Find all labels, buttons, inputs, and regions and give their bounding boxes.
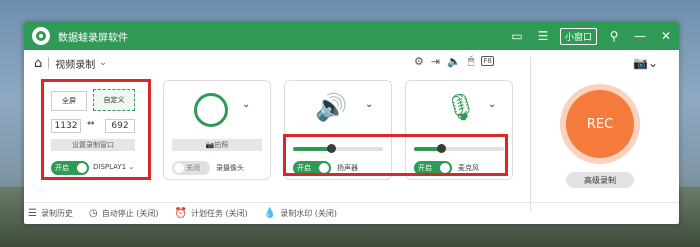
app-window: 数据蛙录屏软件 ▭ ☰ 小窗口 ⚲ — ✕ ⌂ 视频录制 ⌄ ⚙ ⇥ 🔈 🖱 F…: [24, 22, 679, 224]
drop-icon: 💧: [263, 208, 277, 219]
auto-stop-label: 自动停止 (关闭): [101, 209, 159, 218]
mode-label[interactable]: 视频录制: [55, 56, 95, 71]
highlight-box-audio: [283, 134, 508, 176]
export-icon[interactable]: ⇥: [431, 55, 440, 68]
divider: [48, 57, 50, 69]
camera-snapshot-icon[interactable]: 📷⌄: [633, 56, 658, 70]
divider: [530, 56, 531, 211]
history-item[interactable]: ☰ 录制历史: [28, 208, 73, 219]
webcam-icon[interactable]: [194, 93, 228, 127]
clock-icon: ◷: [88, 208, 98, 219]
speaker-icon[interactable]: 🔊: [315, 93, 347, 123]
camera-card: ⌄ 📷 拍照 关闭 录摄像头: [163, 80, 271, 180]
hotkey-icon[interactable]: F8: [481, 56, 494, 66]
history-label: 录制历史: [40, 209, 73, 218]
title-bar: 数据蛙录屏软件 ▭ ☰ 小窗口 ⚲ — ✕: [24, 22, 679, 50]
schedule-item[interactable]: ⏰ 计划任务 (关闭): [175, 208, 248, 219]
camera-toggle[interactable]: 关闭: [172, 161, 210, 175]
app-logo: [32, 27, 50, 45]
schedule-label: 计划任务 (关闭): [190, 209, 248, 218]
list-icon: ☰: [28, 208, 37, 219]
auto-stop-item[interactable]: ◷ 自动停止 (关闭): [89, 208, 159, 219]
snapshot-label: 拍照: [214, 141, 229, 149]
microphone-icon[interactable]: 🎙: [444, 93, 477, 123]
menu-icon[interactable]: ☰: [530, 22, 556, 50]
toggle-label: 关闭: [186, 164, 200, 172]
home-icon[interactable]: ⌂: [34, 56, 42, 71]
close-icon[interactable]: ✕: [653, 22, 679, 50]
watermark-label: 录制水印 (关闭): [280, 209, 337, 218]
watermark-item[interactable]: 💧 录制水印 (关闭): [264, 208, 337, 219]
chevron-down-icon[interactable]: ⌄: [99, 58, 107, 68]
alarm-icon: ⏰: [174, 208, 187, 219]
advanced-record-button[interactable]: 高级录制: [566, 172, 634, 188]
gear-icon[interactable]: ⚙: [414, 55, 424, 68]
chevron-down-icon[interactable]: ⌄: [242, 99, 250, 110]
pin-icon[interactable]: ⚲: [601, 22, 627, 50]
chevron-down-icon[interactable]: ⌄: [488, 99, 496, 110]
mouse-icon[interactable]: 🖱: [468, 54, 475, 68]
chevron-down-icon[interactable]: ⌄: [365, 99, 373, 110]
toolbar: ⚙ ⇥ 🔈 🖱 F8: [414, 54, 494, 68]
mini-window-button[interactable]: 小窗口: [559, 27, 597, 45]
camera-name: 录摄像头: [216, 164, 244, 172]
chat-icon[interactable]: ▭: [504, 22, 530, 50]
minimize-icon[interactable]: —: [627, 22, 653, 50]
app-title: 数据蛙录屏软件: [58, 32, 128, 44]
snapshot-button[interactable]: 📷 拍照: [172, 139, 262, 151]
status-bar: ☰ 录制历史 ◷ 自动停止 (关闭) ⏰ 计划任务 (关闭) 💧 录制水印 (关闭): [24, 202, 679, 224]
speaker-icon[interactable]: 🔈: [447, 55, 461, 68]
rec-button[interactable]: REC: [566, 90, 634, 158]
highlight-box-screen: [41, 79, 151, 180]
breadcrumb: ⌂ 视频录制 ⌄: [34, 52, 107, 74]
